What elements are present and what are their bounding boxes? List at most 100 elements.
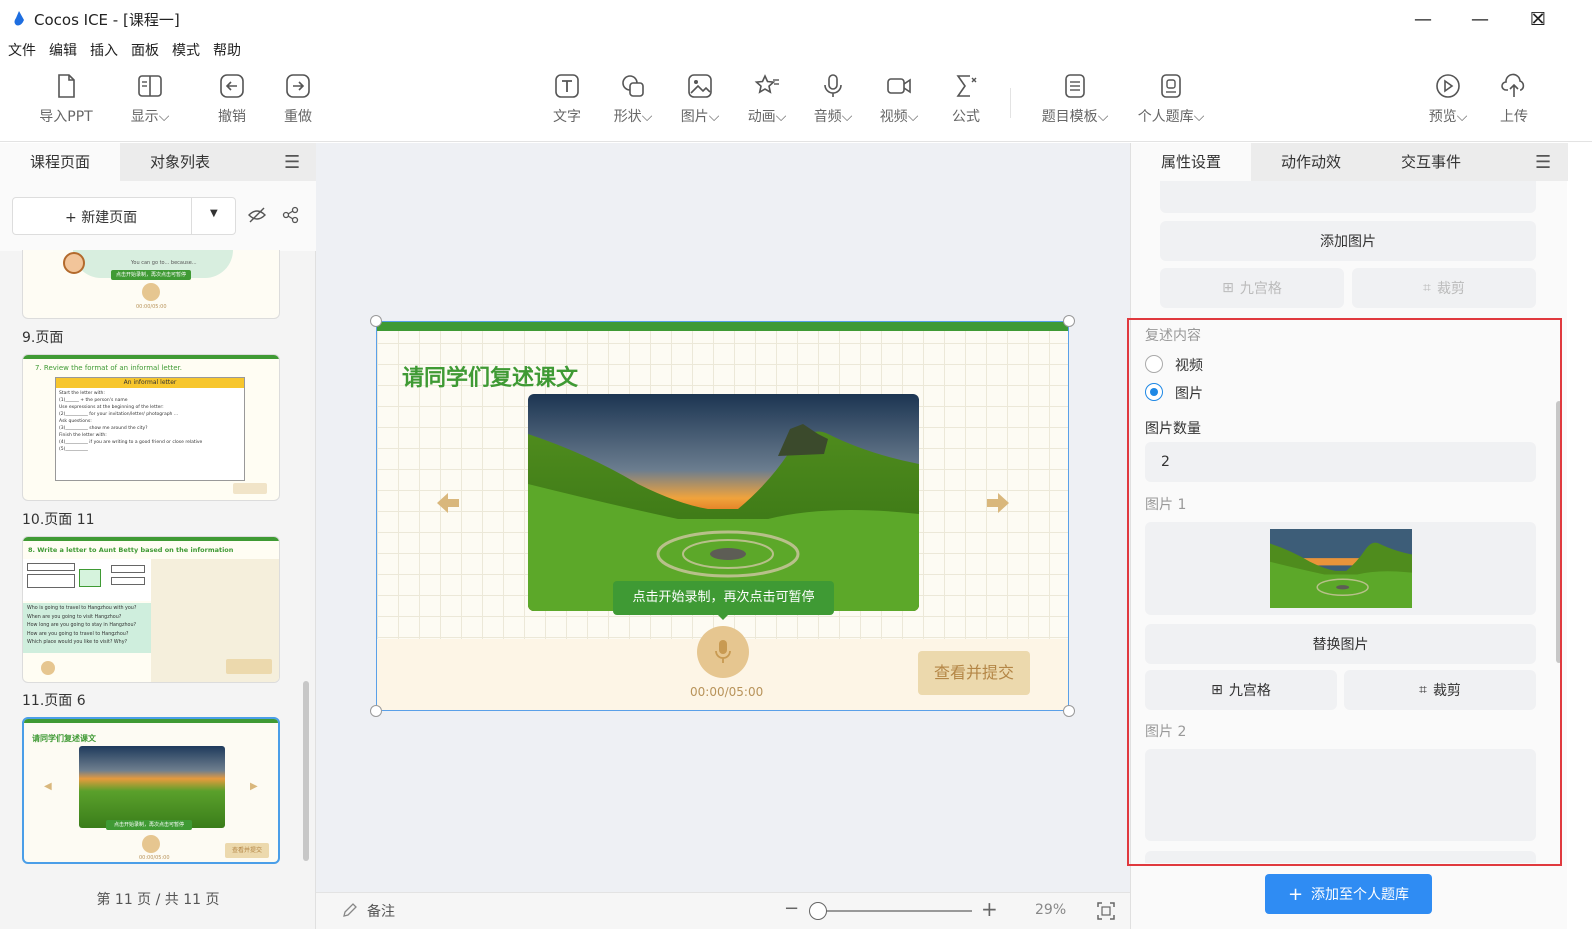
tab-properties[interactable]: 属性设置 [1131,143,1251,181]
upload-button[interactable]: 上传 [1474,72,1554,126]
slide-title[interactable]: 请同学们复述课文 [402,360,578,392]
thumb-current-record-btn: 点击开始录制，再次点击可暂停 [106,820,192,830]
page-thumbnail-9[interactable]: You can go to... because... 点击开始录制，再次点击可… [22,250,280,319]
tab-course-pages[interactable]: 课程页面 [0,143,120,181]
page-thumbnail-11[interactable]: 8. Write a letter to Aunt Betty based on… [22,536,280,683]
thumb9-text: You can go to... because... [131,260,197,266]
undo-label: 撤销 [218,109,246,125]
thumb10-heading: 7. Review the format of an informal lett… [35,364,182,372]
display-button[interactable]: 显示⌵ [110,72,190,126]
import-ppt-label: 导入PPT [39,109,93,125]
zoom-out-button[interactable]: − [784,898,799,919]
add-to-bank-button[interactable]: + 添加至个人题库 [1265,874,1432,914]
text-label: 文字 [553,109,581,125]
record-timer: 00:00/05:00 [690,685,764,699]
display-label: 显示 [130,109,159,125]
grid-icon: ⊞ [1222,280,1234,296]
import-ppt-button[interactable]: 导入PPT [26,72,106,126]
animation-label: 动画 [747,109,776,125]
thumb11-heading: 8. Write a letter to Aunt Betty based on… [28,546,234,554]
window-minimize-button[interactable]: — [1394,0,1452,38]
left-scrollbar[interactable] [303,681,309,861]
record-mic-button[interactable] [697,626,749,678]
toolbar: 导入PPT 显示⌵ 撤销 重做 文字 形状⌵ 图片⌵ 动画⌵ 音频⌵ 视频⌵ 公… [0,66,1592,142]
pagination-text: 第 11 页 / 共 11 页 [96,892,220,908]
menu-file[interactable]: 文件 [8,38,36,64]
image-preview-empty-top [1160,181,1536,213]
redo-label: 重做 [284,109,312,125]
image-icon [688,74,712,98]
shape-label: 形状 [613,109,642,125]
file-icon [58,74,75,98]
notes-button[interactable]: 备注 [367,901,395,921]
next-arrow-icon[interactable] [985,490,1011,516]
landscape-image[interactable] [528,394,919,611]
prev-arrow-icon[interactable] [435,490,461,516]
maximize-button[interactable] [1451,0,1509,38]
video-label: 视频 [879,109,908,125]
menu-edit[interactable]: 编辑 [49,38,77,64]
pencil-icon [343,903,357,917]
tab-object-list[interactable]: 对象列表 [120,143,240,181]
question-template-label: 题目模板 [1041,109,1098,125]
new-page-button[interactable]: + 新建页面 ▼ [12,197,236,235]
share-icon[interactable] [282,206,300,224]
thumb-current-title: 请同学们复述课文 [32,734,96,743]
upload-label: 上传 [1500,109,1528,125]
audio-label: 音频 [813,109,842,125]
page-label-9: 9.页面 [22,330,64,346]
zoom-in-button[interactable]: + [981,897,998,921]
slide-top-bar [377,322,1068,331]
new-page-label: 新建页面 [81,210,138,226]
tab-interactions[interactable]: 交互事件 [1371,143,1491,181]
fit-screen-icon[interactable] [1096,901,1116,921]
menu-insert[interactable]: 插入 [90,38,118,64]
window-close-button[interactable]: ✕ [1509,0,1567,38]
resize-handle-br[interactable] [1063,705,1075,717]
thumb9-mic-icon [142,283,160,301]
personal-bank-label: 个人题库 [1137,109,1194,125]
formula-icon [956,75,977,97]
resize-handle-tl[interactable] [370,315,382,327]
text-icon [555,74,579,98]
resize-handle-bl[interactable] [370,705,382,717]
formula-button[interactable]: 公式 [926,72,1006,126]
menu-help[interactable]: 帮助 [213,38,241,64]
microphone-icon [824,74,842,97]
menu-panel[interactable]: 面板 [131,38,159,64]
window-title: Cocos ICE - [课程一] [34,11,180,29]
submit-button[interactable]: 查看并提交 [918,651,1030,695]
title-bar: Cocos ICE - [课程一] — ☐ [0,0,1592,38]
hide-eye-icon[interactable] [247,206,267,224]
question-template-button[interactable]: 题目模板⌵ [1030,72,1120,126]
menu-mode[interactable]: 模式 [172,38,200,64]
plus-icon: + [65,210,82,226]
play-icon [1436,74,1460,98]
zoom-slider[interactable] [810,910,972,912]
redo-icon [286,74,310,98]
page-thumbnail-current[interactable]: 请同学们复述课文 点击开始录制，再次点击可暂停 ◀ ▶ 00:00/05:00 … [22,717,280,864]
tab-actions[interactable]: 动作动效 [1251,143,1371,181]
resize-handle-tr[interactable] [1063,315,1075,327]
close-icon: ✕ [1530,8,1546,30]
right-menu-icon[interactable]: ☰ [1535,152,1551,173]
slide-canvas[interactable]: 请同学们复述课文 点击开始录制，再次点击可暂停 00:00/05:00 查看并提… [376,321,1069,711]
highlight-box [1127,318,1562,866]
question-bank-icon [1161,74,1181,98]
toolbar-divider [1010,88,1011,118]
personal-bank-button[interactable]: 个人题库⌵ [1126,72,1216,126]
crop-button-disabled[interactable]: ⌗ 裁剪 [1352,268,1536,308]
left-menu-icon[interactable]: ☰ [284,152,300,173]
upload-icon [1501,73,1525,97]
thumb9-record-btn: 点击开始录制，再次点击可暂停 [111,270,191,280]
canvas-bottom-bar: 备注 − + 29% [316,892,1130,929]
redo-button[interactable]: 重做 [258,72,338,126]
zoom-slider-knob[interactable] [809,902,828,920]
new-page-dropdown-icon[interactable]: ▼ [210,208,218,219]
undo-icon [220,74,244,98]
page-thumbnail-10[interactable]: 7. Review the format of an informal lett… [22,354,280,501]
add-image-button[interactable]: 添加图片 [1160,221,1536,261]
nine-grid-button-disabled[interactable]: ⊞ 九宫格 [1160,268,1344,308]
page-label-11: 11.页面 6 [22,693,86,709]
record-tip-button[interactable]: 点击开始录制，再次点击可暂停 [613,581,834,615]
